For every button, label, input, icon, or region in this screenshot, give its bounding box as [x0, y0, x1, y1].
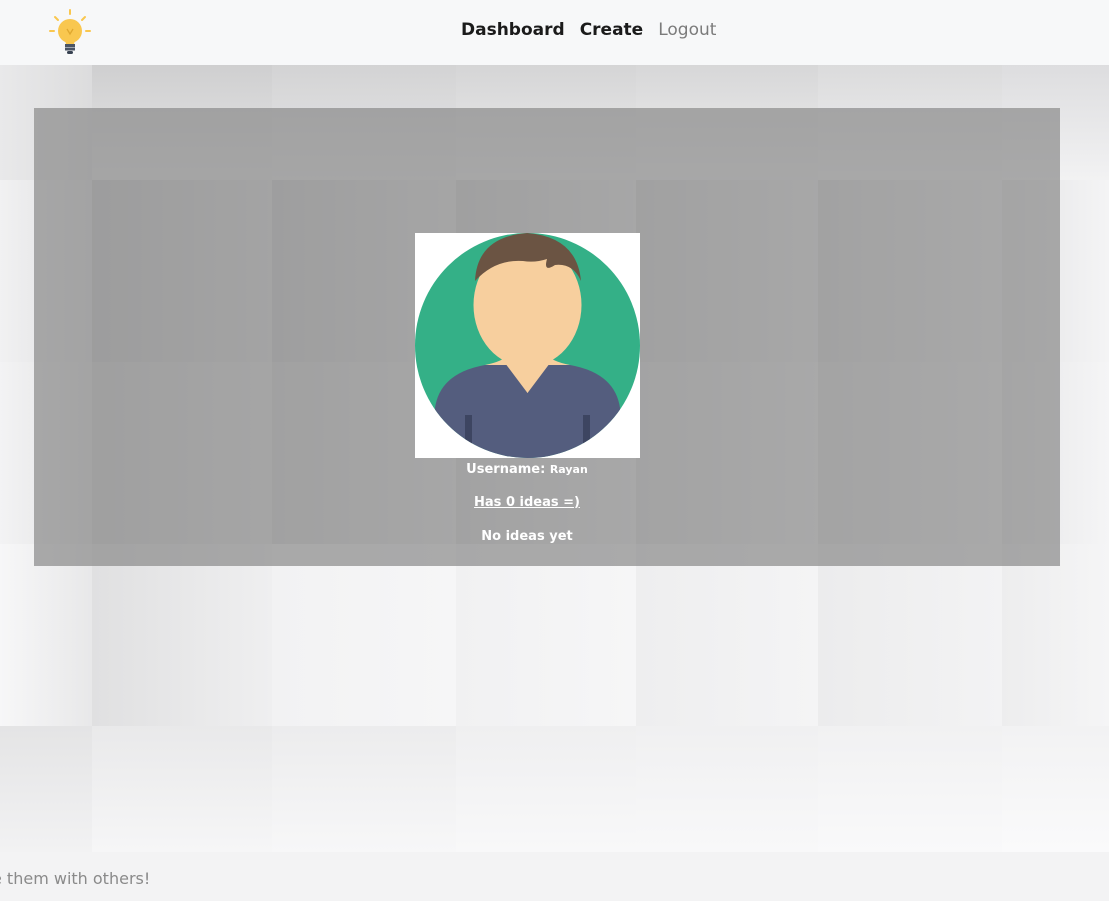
- footer: e them with others!: [0, 852, 1109, 901]
- username-value: Rayan: [549, 463, 588, 476]
- nav-links: Dashboard Create Logout: [461, 20, 716, 40]
- username-label: Username:: [466, 462, 546, 477]
- nav-create-link[interactable]: Create: [580, 20, 644, 40]
- footer-text: e them with others!: [0, 869, 151, 888]
- no-ideas-text: No ideas yet: [481, 529, 573, 544]
- nav-dashboard-link[interactable]: Dashboard: [461, 20, 565, 40]
- ideas-count-link[interactable]: Has 0 ideas =): [474, 495, 580, 510]
- profile-panel: Username: Rayan Has 0 ideas =) No ideas …: [34, 108, 1060, 566]
- nav-logout-link[interactable]: Logout: [658, 20, 716, 40]
- username-row: Username: Rayan: [34, 462, 1020, 477]
- avatar: [415, 233, 640, 458]
- navbar: Dashboard Create Logout: [0, 0, 1109, 65]
- profile-info: Username: Rayan Has 0 ideas =) No ideas …: [34, 462, 1020, 544]
- lightbulb-logo-icon[interactable]: [49, 9, 91, 55]
- user-avatar-icon: [415, 233, 640, 458]
